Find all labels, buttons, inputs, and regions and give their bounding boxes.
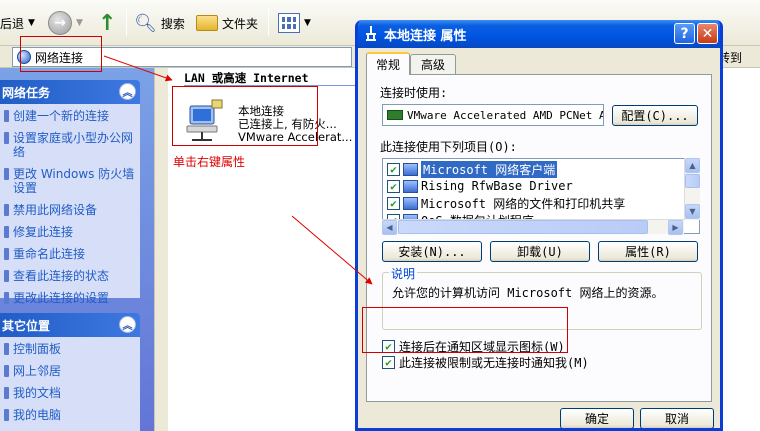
arrow-to-dialog	[291, 215, 373, 285]
tab-general[interactable]: 常规	[366, 52, 410, 75]
arrow-address-to-connection	[103, 55, 173, 82]
